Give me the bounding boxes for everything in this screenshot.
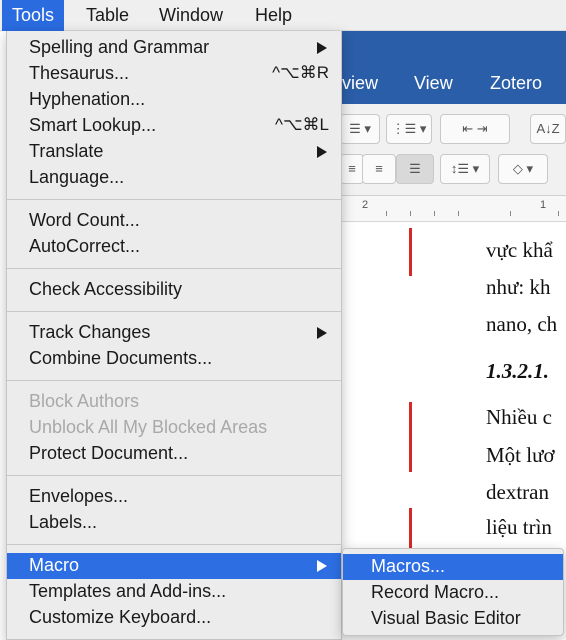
ruler-tick [458,211,459,216]
macro-submenu: Macros... Record Macro... Visual Basic E… [342,548,564,636]
tools-menu: Spelling and Grammar Thesaurus... ^⌥⌘R H… [6,31,342,640]
ruler-tick [386,211,387,216]
menu-item-check-accessibility[interactable]: Check Accessibility [7,277,341,303]
menu-item-label: Smart Lookup... [29,115,157,135]
menu-separator [7,199,341,200]
ruler-tick [558,211,559,216]
menu-item-label: Protect Document... [29,443,189,463]
shading-button[interactable]: ◇ ▾ [498,154,548,184]
line-spacing-button[interactable]: ↕☰ ▾ [440,154,490,184]
bullets-button[interactable]: ☰ ▾ [340,114,380,144]
ruler-label: 1 [540,199,547,211]
menu-item-word-count[interactable]: Word Count... [7,208,341,234]
multilevel-list-button[interactable]: ⋮☰ ▾ [386,114,432,144]
menu-item-label: Unblock All My Blocked Areas [29,417,268,437]
revision-bar [409,508,412,548]
menu-item-label: Envelopes... [29,486,129,506]
align-center-button[interactable]: ≡ [340,154,364,184]
menu-help[interactable]: Help [245,0,302,31]
menu-item-hyphenation[interactable]: Hyphenation... [7,87,341,113]
menu-window[interactable]: Window [149,0,233,31]
menu-item-labels[interactable]: Labels... [7,510,341,536]
menu-item-protect-document[interactable]: Protect Document... [7,441,341,467]
ruler-tick [410,211,411,216]
menu-bar: Tools Table Window Help [0,0,566,31]
menu-separator [7,311,341,312]
shortcut-label: ^⌥⌘R [272,63,329,82]
submenu-arrow-icon [317,42,327,54]
menu-item-label: Hyphenation... [29,89,146,109]
revision-bar [409,228,412,276]
tab-zotero[interactable]: Zotero [490,73,542,94]
menu-item-label: Block Authors [29,391,140,411]
menu-item-label: Word Count... [29,210,140,230]
menu-item-smart-lookup[interactable]: Smart Lookup... ^⌥⌘L [7,113,341,139]
menu-item-label: Thesaurus... [29,63,130,83]
ruler-label: 2 [362,199,369,211]
menu-item-label: Labels... [29,512,98,532]
document-text-line: liệu trìn [486,515,552,539]
submenu-arrow-icon [317,327,327,339]
document-text-line: Một lươ [486,443,555,467]
menu-tools[interactable]: Tools [2,0,65,31]
menu-item-label: Check Accessibility [29,279,183,299]
menu-separator [7,380,341,381]
menu-item-label: Customize Keyboard... [29,607,212,627]
menu-item-envelopes[interactable]: Envelopes... [7,484,341,510]
menu-separator [7,544,341,545]
sort-button[interactable]: A↓Z [530,114,566,144]
menu-item-label: Combine Documents... [29,348,213,368]
document-text-line: dextran [486,480,549,504]
menu-item-autocorrect[interactable]: AutoCorrect... [7,234,341,260]
justify-button[interactable]: ☰ [396,154,434,184]
menu-item-label: Spelling and Grammar [29,37,210,57]
ruler-tick [510,211,511,216]
document-heading: 1.3.2.1. [486,359,549,383]
menu-item-spelling-grammar[interactable]: Spelling and Grammar [7,35,341,61]
document-text-line: Nhiều c [486,405,552,429]
revision-bar [409,402,412,472]
document-text-line: vực khẩ [486,238,553,262]
submenu-item-label: Macros... [371,556,446,576]
menu-item-combine-documents[interactable]: Combine Documents... [7,346,341,372]
menu-item-block-authors: Block Authors [7,389,341,415]
ribbon-toolbar: ☰ ▾ ⋮☰ ▾ ⇤ ⇥ A↓Z ≡ ≡ ☰ ↕☰ ▾ ◇ ▾ [340,104,566,196]
submenu-item-macros[interactable]: Macros... [343,554,563,580]
menu-item-label: Translate [29,141,104,161]
submenu-item-record-macro[interactable]: Record Macro... [343,580,563,606]
menu-item-thesaurus[interactable]: Thesaurus... ^⌥⌘R [7,61,341,87]
menu-item-language[interactable]: Language... [7,165,341,191]
menu-item-label: AutoCorrect... [29,236,141,256]
submenu-item-label: Record Macro... [371,582,500,602]
submenu-item-label: Visual Basic Editor [371,608,521,628]
tab-view[interactable]: View [414,73,453,94]
ruler-tick [434,211,435,216]
menu-item-track-changes[interactable]: Track Changes [7,320,341,346]
ruler[interactable]: 2 1 [340,196,566,222]
document-text-line: nano, ch [486,312,558,336]
menu-separator [7,268,341,269]
menu-table[interactable]: Table [76,0,139,31]
menu-item-label: Language... [29,167,125,187]
menu-item-templates-addins[interactable]: Templates and Add-ins... [7,579,341,605]
menu-item-translate[interactable]: Translate [7,139,341,165]
submenu-arrow-icon [317,560,327,572]
submenu-arrow-icon [317,146,327,158]
document-text-line: như: kh [486,275,551,299]
menu-item-label: Macro [29,555,80,575]
menu-item-unblock-areas: Unblock All My Blocked Areas [7,415,341,441]
menu-item-macro[interactable]: Macro [7,553,341,579]
submenu-item-visual-basic-editor[interactable]: Visual Basic Editor [343,606,563,632]
align-right-button[interactable]: ≡ [362,154,396,184]
menu-item-label: Templates and Add-ins... [29,581,227,601]
menu-item-label: Track Changes [29,322,151,342]
menu-separator [7,475,341,476]
tab-review[interactable]: view [342,73,378,94]
menu-item-customize-keyboard[interactable]: Customize Keyboard... [7,605,341,631]
shortcut-label: ^⌥⌘L [274,115,329,134]
indent-buttons[interactable]: ⇤ ⇥ [440,114,510,144]
